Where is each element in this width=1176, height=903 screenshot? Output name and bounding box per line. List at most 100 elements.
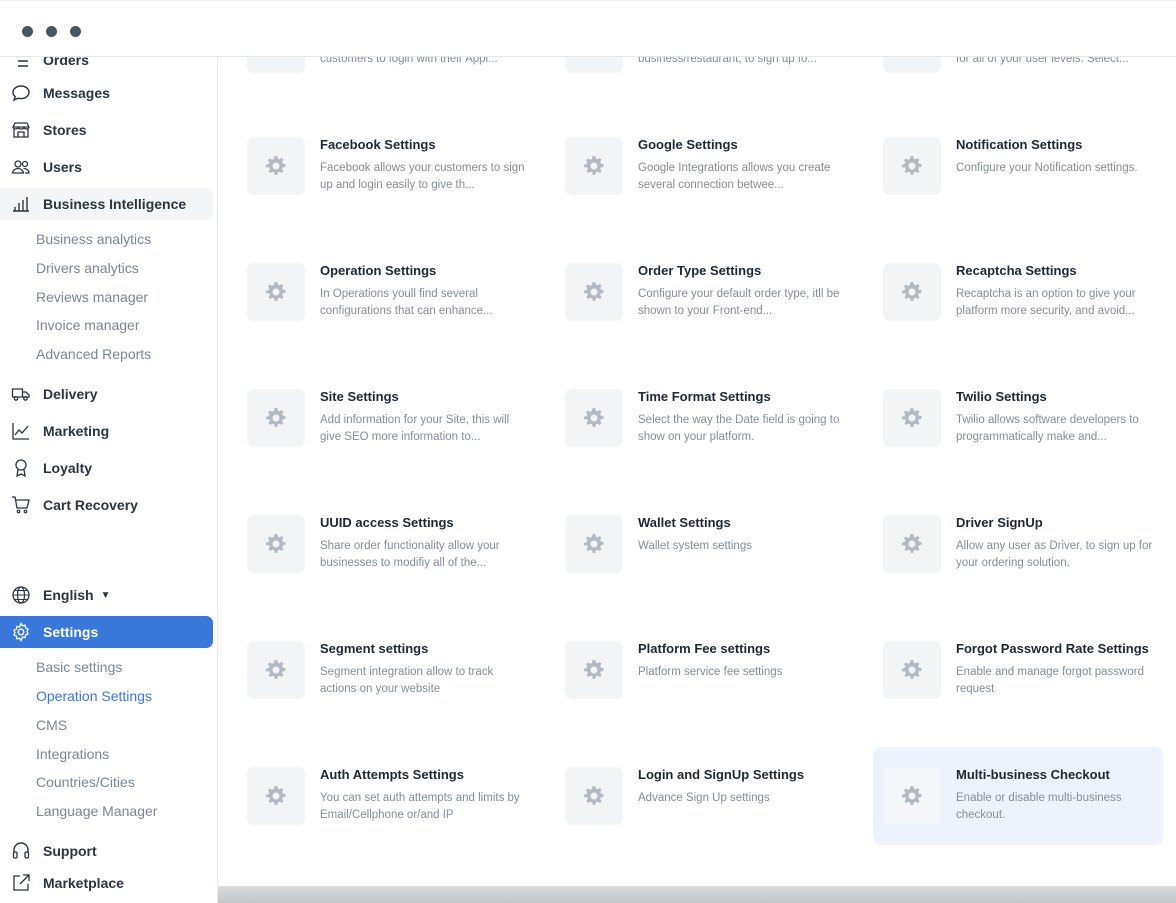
sub-item-integrations[interactable]: Integrations	[36, 746, 109, 762]
settings-card-title: Time Format Settings	[638, 389, 771, 404]
settings-card-google-settings[interactable]: Google Settings Google Integrations allow…	[555, 117, 845, 215]
storefront-icon	[10, 119, 32, 141]
gear-icon	[247, 263, 305, 321]
settings-card-partial[interactable]: customers to login with their Appl...	[237, 57, 527, 87]
sidebar-item-settings[interactable]: Settings	[0, 616, 213, 648]
settings-card-multi-business-checkout[interactable]: Multi-business Checkout Enable or disable…	[873, 747, 1163, 845]
window-controls	[22, 26, 81, 37]
settings-card-title: Platform Fee settings	[638, 641, 771, 656]
settings-card-icon-box	[247, 57, 305, 73]
sidebar-item-label: Delivery	[43, 386, 98, 402]
sub-item-countries-cities[interactable]: Countries/Cities	[36, 774, 135, 790]
settings-card-title: Notification Settings	[956, 137, 1083, 152]
sidebar-item-users[interactable]: Users	[0, 151, 213, 183]
truck-icon	[10, 383, 32, 405]
sidebar-item-label: Marketing	[43, 423, 110, 439]
sub-item-invoice-manager[interactable]: Invoice manager	[36, 317, 140, 333]
settings-card-description: In Operations youll find several configu…	[320, 288, 493, 317]
gear-icon	[10, 621, 32, 643]
settings-card-login-and-signup-settings[interactable]: Login and SignUp Settings Advance Sign Up…	[555, 747, 845, 845]
settings-card-twilio-settings[interactable]: Twilio Settings Twilio allows software de…	[873, 369, 1163, 467]
settings-card-auth-attempts-settings[interactable]: Auth Attempts Settings You can set auth a…	[237, 747, 527, 845]
chat-bubble-icon	[10, 82, 32, 104]
award-icon	[10, 457, 32, 479]
sidebar-item-label: Marketplace	[43, 875, 124, 891]
sidebar: Orders Messages Stores Users Business In…	[0, 57, 218, 903]
settings-card-icon-box	[883, 57, 941, 73]
settings-card-description: Allow any user as Driver, to sign up for…	[956, 540, 1153, 569]
settings-card-notification-settings[interactable]: Notification Settings Configure your Noti…	[873, 117, 1163, 215]
language-label: English	[43, 587, 94, 603]
sidebar-item-cart-recovery[interactable]: Cart Recovery	[0, 489, 213, 521]
settings-card-site-settings[interactable]: Site Settings Add information for your Si…	[237, 369, 527, 467]
settings-card-forgot-password-rate-settings[interactable]: Forgot Password Rate Settings Enable and …	[873, 621, 1163, 719]
settings-card-partial[interactable]: business/restaurant, to sign up fo...	[555, 57, 845, 87]
settings-card-wallet-settings[interactable]: Wallet Settings Wallet system settings	[555, 495, 845, 593]
gear-icon	[565, 641, 623, 699]
gear-icon	[883, 515, 941, 573]
settings-card-title: Facebook Settings	[320, 137, 436, 152]
gear-icon	[883, 263, 941, 321]
settings-card-platform-fee-settings[interactable]: Platform Fee settings Platform service fe…	[555, 621, 845, 719]
settings-card-facebook-settings[interactable]: Facebook Settings Facebook allows your cu…	[237, 117, 527, 215]
sidebar-item-delivery[interactable]: Delivery	[0, 378, 213, 410]
gear-icon	[883, 641, 941, 699]
settings-card-description: Twilio allows software developers to pro…	[956, 414, 1139, 443]
gear-icon	[565, 515, 623, 573]
gear-icon	[883, 389, 941, 447]
sub-item-operation-settings[interactable]: Operation Settings	[36, 688, 152, 704]
sidebar-item-label: Users	[43, 159, 82, 175]
settings-card-title: UUID access Settings	[320, 515, 454, 530]
sidebar-item-stores[interactable]: Stores	[0, 114, 213, 146]
window-dot-close[interactable]	[22, 26, 33, 37]
sidebar-item-label: Business Intelligence	[43, 196, 187, 212]
sub-item-advanced-reports[interactable]: Advanced Reports	[36, 346, 151, 362]
sidebar-item-business-intelligence[interactable]: Business Intelligence	[0, 188, 213, 220]
sub-item-reviews-manager[interactable]: Reviews manager	[36, 289, 148, 305]
settings-card-title: Login and SignUp Settings	[638, 767, 805, 782]
sidebar-item-support[interactable]: Support	[0, 835, 213, 867]
language-selector[interactable]: English ▼	[0, 579, 213, 611]
sidebar-item-label: Cart Recovery	[43, 497, 138, 513]
settings-card-description: Advance Sign Up settings	[638, 792, 770, 804]
window-bottom-edge	[218, 886, 1176, 903]
settings-card-order-type-settings[interactable]: Order Type Settings Configure your defaul…	[555, 243, 845, 341]
sub-item-drivers-analytics[interactable]: Drivers analytics	[36, 260, 139, 276]
settings-card-partial[interactable]: for all of your user levels. Select...	[873, 57, 1163, 87]
settings-card-title: Forgot Password Rate Settings	[956, 641, 1149, 656]
settings-card-description: Segment integration allow to track actio…	[320, 666, 494, 695]
sidebar-item-loyalty[interactable]: Loyalty	[0, 452, 213, 484]
sub-item-language-manager[interactable]: Language Manager	[36, 803, 157, 819]
settings-card-time-format-settings[interactable]: Time Format Settings Select the way the D…	[555, 369, 845, 467]
settings-card-title: Driver SignUp	[956, 515, 1043, 530]
sidebar-item-marketplace[interactable]: Marketplace	[0, 867, 213, 899]
window-dot-minimize[interactable]	[46, 26, 57, 37]
settings-card-description: Platform service fee settings	[638, 666, 783, 678]
settings-card-segment-settings[interactable]: Segment settings Segment integration allo…	[237, 621, 527, 719]
gear-icon	[247, 515, 305, 573]
sidebar-item-label: Settings	[43, 624, 99, 640]
settings-card-description: Configure your Notification settings.	[956, 162, 1138, 174]
sidebar-item-orders[interactable]: Orders	[0, 57, 213, 76]
settings-card-driver-signup[interactable]: Driver SignUp Allow any user as Driver, t…	[873, 495, 1163, 593]
globe-icon	[10, 584, 32, 606]
settings-card-description: You can set auth attempts and limits by …	[320, 792, 520, 821]
sidebar-item-label: Messages	[43, 85, 110, 101]
settings-card-uuid-access-settings[interactable]: UUID access Settings Share order function…	[237, 495, 527, 593]
sub-item-cms[interactable]: CMS	[36, 717, 67, 733]
settings-card-operation-settings[interactable]: Operation Settings In Operations youll fi…	[237, 243, 527, 341]
sidebar-item-messages[interactable]: Messages	[0, 77, 213, 109]
trend-line-icon	[10, 420, 32, 442]
window-dot-maximize[interactable]	[70, 26, 81, 37]
sub-item-business-analytics[interactable]: Business analytics	[36, 231, 151, 247]
sidebar-item-marketing[interactable]: Marketing	[0, 415, 213, 447]
gear-icon	[247, 137, 305, 195]
settings-card-title: Site Settings	[320, 389, 399, 404]
sub-item-basic-settings[interactable]: Basic settings	[36, 659, 122, 675]
settings-card-description: customers to login with their Appl...	[320, 57, 498, 65]
settings-card-title: Segment settings	[320, 641, 429, 656]
settings-grid: customers to login with their Appl... bu…	[218, 57, 1176, 903]
settings-card-recaptcha-settings[interactable]: Recaptcha Settings Recaptcha is an option…	[873, 243, 1163, 341]
window-titlebar	[0, 0, 1176, 57]
settings-card-description: Configure your default order type, itll …	[638, 288, 840, 317]
